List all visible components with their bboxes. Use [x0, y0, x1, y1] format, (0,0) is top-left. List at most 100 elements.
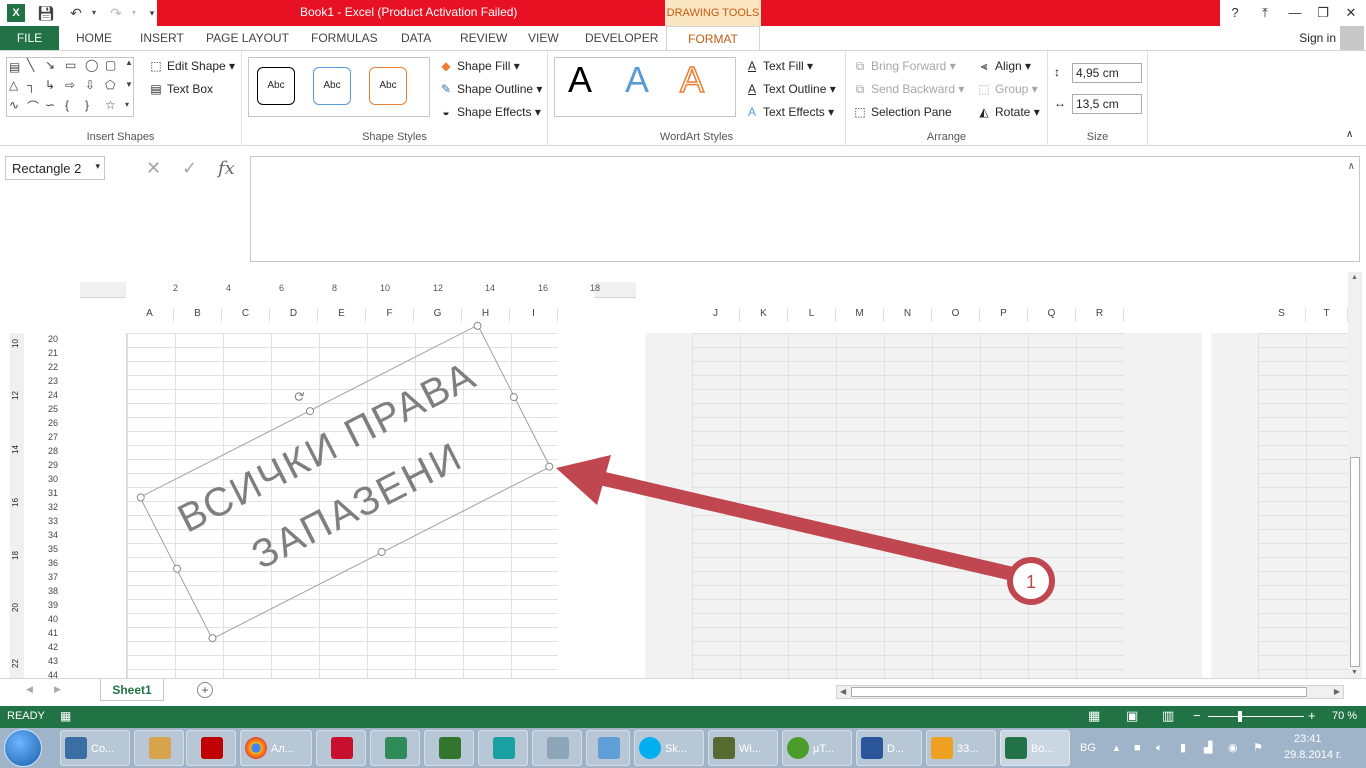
column-header[interactable]: I: [510, 308, 558, 322]
row-header[interactable]: 21: [40, 348, 58, 358]
selection-pane-button[interactable]: ⬚ Selection Pane: [852, 105, 951, 119]
zoom-out-icon[interactable]: −: [1193, 708, 1201, 723]
shape-style-1[interactable]: Abc: [257, 67, 295, 105]
taskbar-calculator[interactable]: [532, 730, 582, 766]
tab-page-layout[interactable]: PAGE LAYOUT: [206, 26, 289, 50]
new-sheet-icon[interactable]: +: [197, 682, 213, 698]
page-layout-view-icon[interactable]: ▣: [1126, 708, 1138, 724]
row-header[interactable]: 28: [40, 446, 58, 456]
avatar[interactable]: [1340, 26, 1364, 50]
network-icon[interactable]: ▟: [1204, 728, 1212, 768]
text-fill-button[interactable]: A Text Fill ▾: [744, 59, 813, 73]
macro-record-icon[interactable]: ▦: [60, 709, 71, 723]
tab-developer[interactable]: DEVELOPER: [585, 26, 658, 50]
row-header[interactable]: 41: [40, 628, 58, 638]
column-header[interactable]: A: [126, 308, 174, 322]
row-header[interactable]: 34: [40, 530, 58, 540]
volume-icon[interactable]: 🔈︎: [1156, 728, 1163, 768]
column-header[interactable]: R: [1076, 308, 1124, 322]
text-outline-button[interactable]: A Text Outline ▾: [744, 82, 836, 96]
column-header[interactable]: N: [884, 308, 932, 322]
row-header[interactable]: 20: [40, 334, 58, 344]
scroll-up-icon[interactable]: ▲: [1351, 274, 1358, 281]
line-shape-icon[interactable]: ╲: [27, 58, 34, 72]
tab-review[interactable]: REVIEW: [460, 26, 507, 50]
save-icon[interactable]: 💾︎: [36, 3, 56, 23]
page-3-cells[interactable]: [1258, 333, 1349, 678]
send-backward-button[interactable]: ⧉ Send Backward ▾: [852, 82, 965, 97]
edit-shape-button[interactable]: ⬚ Edit Shape ▾: [148, 59, 235, 73]
redo-icon[interactable]: ↷: [106, 3, 126, 23]
shape-style-3[interactable]: Abc: [369, 67, 407, 105]
rotate-button[interactable]: ◭ Rotate ▾: [976, 105, 1039, 119]
column-header[interactable]: B: [174, 308, 222, 322]
taskbar-skype[interactable]: Sk...: [634, 730, 704, 766]
collapse-ribbon-icon[interactable]: ∧: [1346, 129, 1353, 140]
column-header[interactable]: L: [788, 308, 836, 322]
gallery-more-icon[interactable]: ▾: [125, 100, 129, 109]
undo-dropdown-icon[interactable]: ▾: [84, 3, 104, 23]
arrow-line-shape-icon[interactable]: ↘: [45, 58, 55, 72]
tab-home[interactable]: HOME: [76, 26, 112, 50]
zoom-level[interactable]: 70 %: [1332, 710, 1357, 722]
column-header[interactable]: E: [318, 308, 366, 322]
align-button[interactable]: ⫷ Align ▾: [976, 59, 1031, 74]
collapse-formula-bar-icon[interactable]: ∧: [1348, 161, 1355, 172]
column-header[interactable]: H: [462, 308, 510, 322]
wordart-style-orange[interactable]: A: [679, 58, 705, 101]
vertical-scrollbar[interactable]: ▲ ▼: [1348, 272, 1362, 678]
column-header[interactable]: G: [414, 308, 462, 322]
left-brace-icon[interactable]: {: [65, 98, 69, 112]
row-header[interactable]: 29: [40, 460, 58, 470]
excel-logo-icon[interactable]: X: [7, 4, 25, 22]
row-header[interactable]: 25: [40, 404, 58, 414]
vertical-scroll-thumb[interactable]: [1350, 457, 1360, 667]
taskbar-chrome[interactable]: Ал...: [240, 730, 312, 766]
right-arrow-shape-icon[interactable]: ⇨: [65, 78, 75, 92]
row-header[interactable]: 22: [40, 362, 58, 372]
resize-handle[interactable]: [304, 405, 316, 417]
clock-date[interactable]: 29.8.2014 г.: [1284, 749, 1342, 761]
taskbar-app-green[interactable]: [370, 730, 420, 766]
shape-height-input[interactable]: 4,95 cm: [1072, 63, 1142, 83]
start-button[interactable]: [4, 729, 42, 767]
gallery-down-icon[interactable]: ▼: [125, 80, 133, 89]
textbox-shape-icon[interactable]: ▤: [9, 60, 20, 74]
row-header[interactable]: 38: [40, 586, 58, 596]
horizontal-scroll-thumb[interactable]: [851, 687, 1307, 697]
shape-style-2[interactable]: Abc: [313, 67, 351, 105]
wordart-style-blue[interactable]: A: [625, 59, 649, 101]
taskbar-excel[interactable]: Bo...: [1000, 730, 1070, 766]
page-2-cells[interactable]: [692, 333, 1124, 678]
insert-function-icon[interactable]: fx: [218, 158, 235, 179]
row-header[interactable]: 27: [40, 432, 58, 442]
shape-outline-button[interactable]: ✎ Shape Outline ▾: [438, 82, 542, 96]
clock-time[interactable]: 23:41: [1294, 733, 1322, 745]
cancel-entry-icon[interactable]: ✕: [146, 158, 161, 179]
column-header[interactable]: F: [366, 308, 414, 322]
row-header[interactable]: 43: [40, 656, 58, 666]
restore-button[interactable]: ❐: [1312, 2, 1334, 24]
triangle-shape-icon[interactable]: △: [9, 78, 18, 92]
undo-icon[interactable]: ↶: [66, 3, 86, 23]
flag-icon[interactable]: ⚑: [1253, 728, 1263, 768]
show-hidden-icons-icon[interactable]: ▲: [1112, 728, 1121, 768]
prev-sheet-icon[interactable]: ◀: [26, 684, 33, 695]
next-sheet-icon[interactable]: ▶: [54, 684, 61, 695]
taskbar-computer[interactable]: Co...: [60, 730, 130, 766]
elbow-arrow-icon[interactable]: ↳: [45, 78, 55, 92]
scroll-right-icon[interactable]: ▶: [1334, 687, 1340, 696]
name-box[interactable]: Rectangle 2 ▾: [5, 156, 105, 180]
taskbar-windows-app[interactable]: Wi...: [708, 730, 778, 766]
row-header[interactable]: 33: [40, 516, 58, 526]
taskbar-winamp[interactable]: 33...: [926, 730, 996, 766]
taskbar-project[interactable]: [424, 730, 474, 766]
text-box-button[interactable]: ▤ Text Box: [148, 82, 213, 96]
tray-app-icon[interactable]: ■: [1134, 728, 1141, 768]
utorrent-tray-icon[interactable]: ◉: [1228, 728, 1238, 768]
power-icon[interactable]: ▮: [1180, 728, 1186, 768]
group-button[interactable]: ⬚ Group ▾: [976, 82, 1037, 96]
tab-formulas[interactable]: FORMULAS: [311, 26, 378, 50]
row-header[interactable]: 40: [40, 614, 58, 624]
row-header[interactable]: 32: [40, 502, 58, 512]
